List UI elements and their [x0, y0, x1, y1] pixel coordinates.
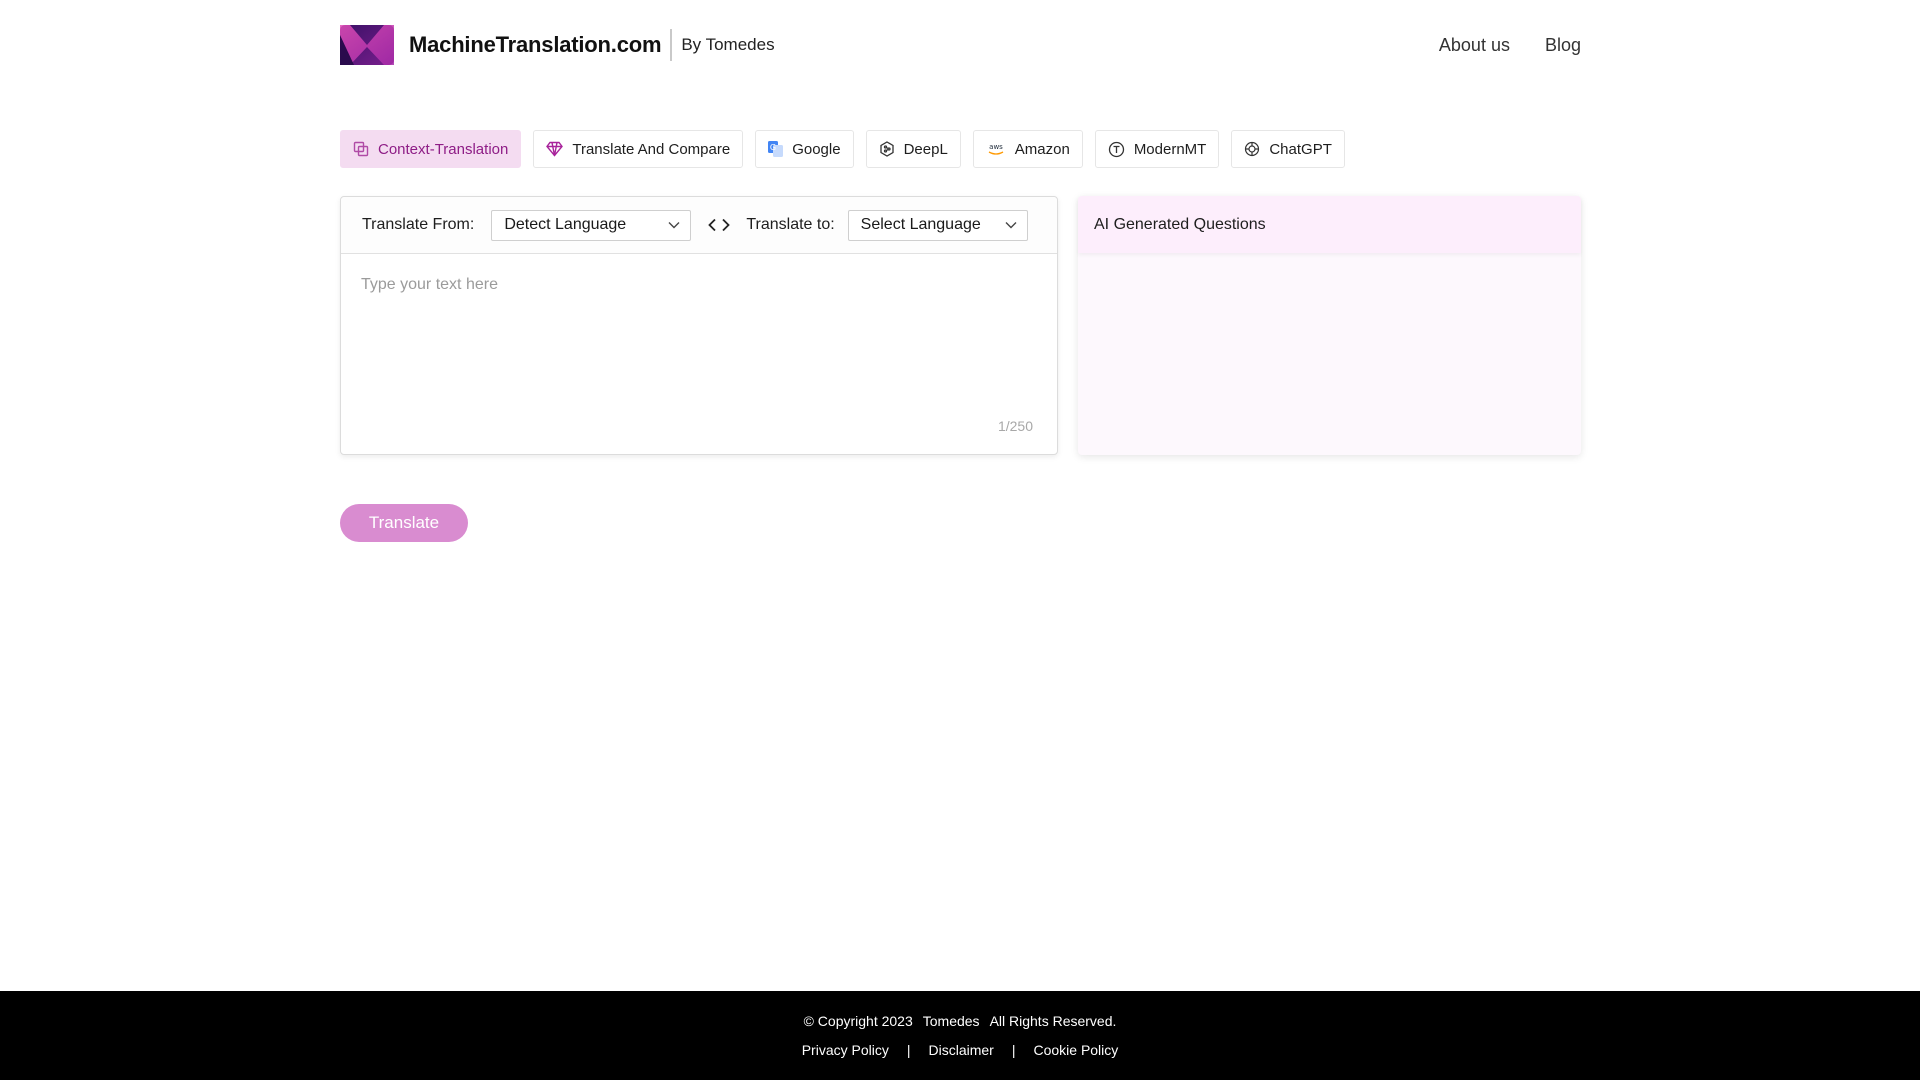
- chevron-down-icon: [668, 222, 680, 229]
- copy-icon: [353, 141, 369, 157]
- translate-button[interactable]: Translate: [340, 504, 468, 542]
- swap-code-icon: [708, 218, 731, 232]
- tab-google[interactable]: G Google: [755, 130, 854, 168]
- swap-languages-button[interactable]: [708, 218, 731, 232]
- brand-name: MachineTranslation.com: [409, 32, 662, 57]
- footer-separator: |: [1011, 1042, 1016, 1058]
- copyright-company: Tomedes: [922, 1013, 980, 1029]
- translate-to-label: Translate to:: [746, 216, 835, 233]
- copyright-line: © Copyright 2023 Tomedes All Rights Rese…: [0, 1013, 1920, 1029]
- diamond-icon: [546, 141, 564, 157]
- translator-panel: Translate From: Detect Language Translat…: [340, 196, 1058, 455]
- copyright-rights: All Rights Reserved.: [989, 1013, 1117, 1029]
- tab-context-translation[interactable]: Context-Translation: [340, 130, 522, 168]
- ai-questions-title: AI Generated Questions: [1094, 215, 1266, 233]
- chevron-down-icon: [1005, 222, 1017, 229]
- nav-about-us[interactable]: About us: [1439, 35, 1510, 56]
- ai-questions-panel: AI Generated Questions: [1078, 196, 1581, 455]
- logo-icon: [340, 25, 394, 65]
- cookie-policy-link[interactable]: Cookie Policy: [1033, 1042, 1118, 1058]
- tab-amazon[interactable]: aws Amazon: [972, 130, 1083, 168]
- footer-links: Privacy Policy | Disclaimer | Cookie Pol…: [0, 1042, 1920, 1058]
- modernmt-icon: [1108, 141, 1124, 157]
- tab-label: Google: [792, 140, 841, 158]
- tab-label: DeepL: [903, 140, 948, 158]
- source-text-input[interactable]: Type your text here: [341, 254, 1057, 454]
- ai-questions-header: AI Generated Questions: [1078, 196, 1581, 253]
- tab-translate-and-compare[interactable]: Translate And Compare: [533, 130, 744, 168]
- brand-byline: By Tomedes: [681, 35, 775, 54]
- tab-modernmt[interactable]: ModernMT: [1094, 130, 1220, 168]
- tab-label: Context-Translation: [378, 140, 509, 158]
- character-counter: 1/250: [997, 418, 1033, 434]
- source-language-select[interactable]: Detect Language: [491, 209, 692, 241]
- svg-text:G: G: [770, 143, 776, 152]
- tab-label: Amazon: [1014, 140, 1070, 158]
- language-toolbar: Translate From: Detect Language Translat…: [341, 197, 1057, 254]
- source-text-placeholder: Type your text here: [361, 276, 498, 293]
- target-language-select[interactable]: Select Language: [847, 209, 1028, 241]
- tab-label: ChatGPT: [1269, 140, 1332, 158]
- tab-label: Translate And Compare: [572, 140, 731, 158]
- tab-chatgpt[interactable]: ChatGPT: [1231, 130, 1345, 168]
- brand-divider: [670, 29, 673, 61]
- privacy-policy-link[interactable]: Privacy Policy: [802, 1042, 889, 1058]
- engine-tabs: Context-Translation Translate And Compar…: [340, 130, 1581, 168]
- site-footer: © Copyright 2023 Tomedes All Rights Rese…: [0, 991, 1920, 1080]
- google-translate-icon: G: [768, 141, 784, 157]
- target-language-value: Select Language: [860, 216, 981, 233]
- chatgpt-icon: [1245, 141, 1260, 157]
- deepl-icon: [879, 141, 894, 157]
- footer-separator: |: [906, 1042, 911, 1058]
- translate-from-label: Translate From:: [362, 216, 475, 233]
- brand[interactable]: MachineTranslation.com By Tomedes: [340, 25, 775, 65]
- top-nav: About us Blog: [1439, 35, 1581, 56]
- tab-label: ModernMT: [1133, 140, 1207, 158]
- svg-text:aws: aws: [989, 143, 1003, 151]
- nav-blog[interactable]: Blog: [1545, 35, 1581, 56]
- source-language-value: Detect Language: [504, 216, 627, 233]
- aws-icon: aws: [988, 143, 1004, 155]
- site-header: MachineTranslation.com By Tomedes About …: [340, 24, 1581, 66]
- copyright-text: © Copyright 2023: [803, 1013, 913, 1029]
- tab-deepl[interactable]: DeepL: [865, 130, 961, 168]
- disclaimer-link[interactable]: Disclaimer: [928, 1042, 993, 1058]
